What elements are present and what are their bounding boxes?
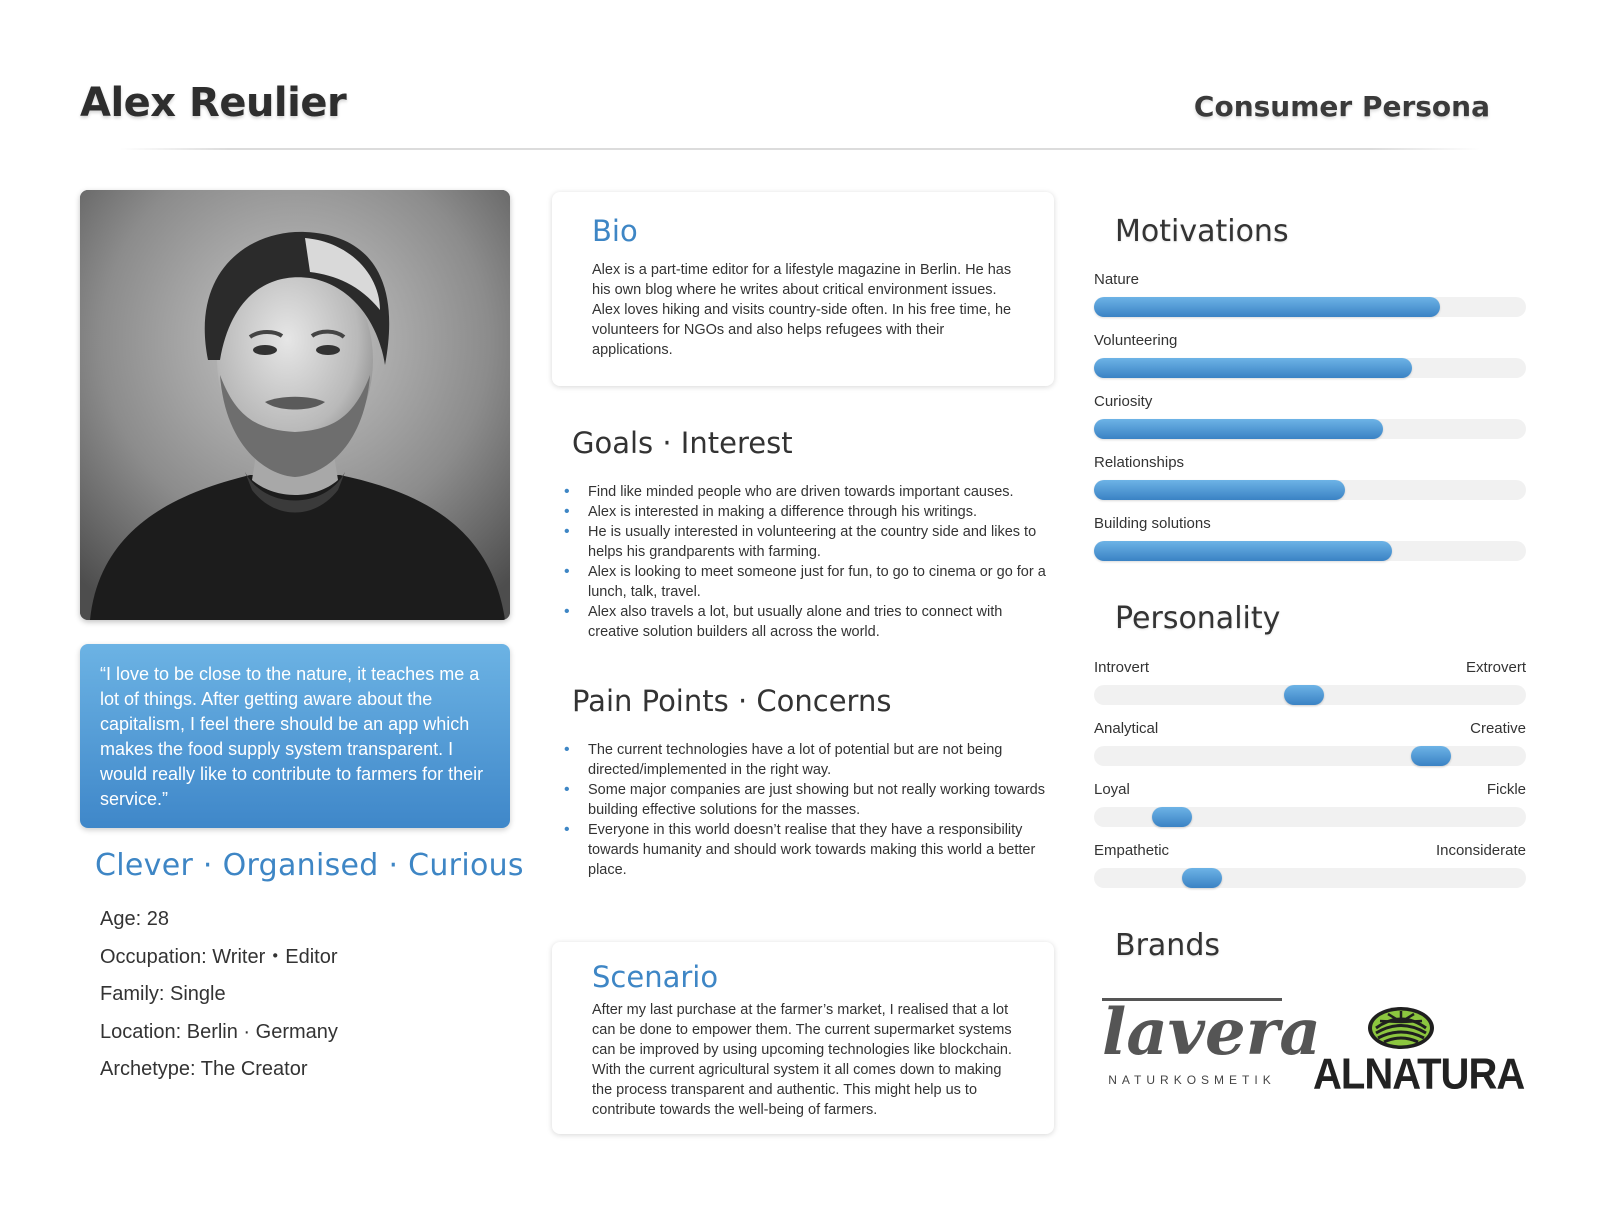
personality-empathetic-inconsiderate: Empathetic Inconsiderate bbox=[1094, 842, 1526, 888]
bio-text: Alex is a part-time editor for a lifesty… bbox=[592, 262, 1012, 358]
trait-left-label: Empathetic bbox=[1094, 842, 1170, 859]
trait-right-label: Fickle bbox=[1486, 781, 1526, 798]
list-item: Alex is looking to meet someone just for… bbox=[562, 562, 1052, 602]
motivations-title: Motivations bbox=[1115, 214, 1289, 249]
trait-left-label: Analytical bbox=[1094, 720, 1159, 737]
trait-left-label: Loyal bbox=[1094, 781, 1130, 798]
list-item: Everyone in this world doesn’t realise t… bbox=[562, 820, 1052, 880]
motivation-label: Nature bbox=[1094, 271, 1140, 288]
trait-track bbox=[1094, 807, 1526, 827]
bio-title: Bio bbox=[592, 214, 638, 248]
motivation-label: Curiosity bbox=[1094, 393, 1153, 410]
scenario-title: Scenario bbox=[592, 960, 719, 994]
portrait-illustration bbox=[80, 190, 510, 620]
list-item: He is usually interested in volunteering… bbox=[562, 522, 1052, 562]
motivation-track bbox=[1094, 480, 1526, 500]
motivation-label: Volunteering bbox=[1094, 332, 1178, 349]
motivation-fill bbox=[1094, 480, 1345, 500]
goals-list: Find like minded people who are driven t… bbox=[562, 482, 1052, 642]
header-divider bbox=[120, 148, 1480, 150]
trait-indicator bbox=[1410, 746, 1451, 766]
persona-traits: Clever · Organised · Curious bbox=[95, 848, 524, 883]
trait-right-label: Extrovert bbox=[1465, 659, 1526, 676]
motivation-nature: Nature bbox=[1094, 271, 1526, 317]
alnatura-logo: ALNATURA bbox=[1313, 1002, 1525, 1099]
motivation-label: Building solutions bbox=[1094, 515, 1211, 532]
motivation-curiosity: Curiosity bbox=[1094, 393, 1526, 439]
fact-family: Family: Single bbox=[100, 983, 226, 1005]
motivation-track bbox=[1094, 419, 1526, 439]
list-item: Find like minded people who are driven t… bbox=[562, 482, 1052, 502]
trait-track bbox=[1094, 746, 1526, 766]
alnatura-wordmark: ALNATURA bbox=[1313, 1049, 1525, 1099]
pain-points-title: Pain Points · Concerns bbox=[572, 684, 892, 718]
trait-indicator bbox=[1182, 868, 1222, 888]
personality-introvert-extrovert: Introvert Extrovert bbox=[1094, 659, 1526, 705]
fact-occupation: Occupation: Writer・Editor bbox=[100, 945, 338, 968]
personality-title: Personality bbox=[1115, 601, 1281, 636]
personality-analytical-creative: Analytical Creative bbox=[1094, 720, 1526, 766]
motivation-building-solutions: Building solutions bbox=[1094, 515, 1526, 561]
motivation-track bbox=[1094, 297, 1526, 317]
fact-age: Age: 28 bbox=[100, 908, 169, 930]
profile-photo bbox=[80, 190, 510, 620]
list-item: Some major companies are just showing bu… bbox=[562, 780, 1052, 820]
alnatura-sun-icon bbox=[1367, 1007, 1434, 1049]
fact-archetype: Archetype: The Creator bbox=[100, 1058, 308, 1080]
persona-name: Alex Reulier bbox=[80, 80, 347, 126]
list-item: Alex is interested in making a differenc… bbox=[562, 502, 1052, 522]
trait-track bbox=[1094, 685, 1526, 705]
personality-loyal-fickle: Loyal Fickle bbox=[1094, 781, 1526, 827]
list-item: The current technologies have a lot of p… bbox=[562, 740, 1052, 780]
fact-location: Location: Berlin · Germany bbox=[100, 1020, 338, 1043]
lavera-logo: lavera NATURKOSMETIK bbox=[1102, 995, 1321, 1087]
trait-track bbox=[1094, 868, 1526, 888]
motivation-relationships: Relationships bbox=[1094, 454, 1526, 500]
persona-quote: “I love to be close to the nature, it te… bbox=[80, 644, 510, 828]
bio-card: Bio Alex is a part-time editor for a lif… bbox=[552, 192, 1054, 386]
persona-type-label: Consumer Persona bbox=[1193, 90, 1490, 123]
motivation-volunteering: Volunteering bbox=[1094, 332, 1526, 378]
trait-indicator bbox=[1283, 685, 1324, 705]
motivation-fill bbox=[1094, 358, 1412, 378]
trait-indicator bbox=[1151, 807, 1192, 827]
scenario-card: Scenario After my last purchase at the f… bbox=[552, 942, 1054, 1134]
motivation-label: Relationships bbox=[1094, 454, 1185, 471]
persona-facts: Age: 28 Occupation: Writer・Editor Family… bbox=[100, 908, 338, 1096]
scenario-text: After my last purchase at the farmer’s m… bbox=[592, 1002, 1012, 1118]
list-item: Alex also travels a lot, but usually alo… bbox=[562, 602, 1052, 642]
lavera-subtitle: NATURKOSMETIK bbox=[1108, 1073, 1276, 1087]
goals-title: Goals · Interest bbox=[572, 426, 793, 460]
motivation-fill bbox=[1094, 541, 1393, 561]
motivation-fill bbox=[1094, 297, 1440, 317]
motivation-fill bbox=[1094, 419, 1384, 439]
lavera-wordmark: lavera bbox=[1102, 995, 1321, 1070]
brands-title: Brands bbox=[1115, 928, 1220, 963]
motivation-track bbox=[1094, 541, 1526, 561]
motivation-track bbox=[1094, 358, 1526, 378]
trait-left-label: Introvert bbox=[1094, 659, 1150, 676]
pain-points-list: The current technologies have a lot of p… bbox=[562, 740, 1052, 880]
trait-right-label: Creative bbox=[1470, 720, 1526, 737]
trait-right-label: Inconsiderate bbox=[1435, 842, 1526, 859]
